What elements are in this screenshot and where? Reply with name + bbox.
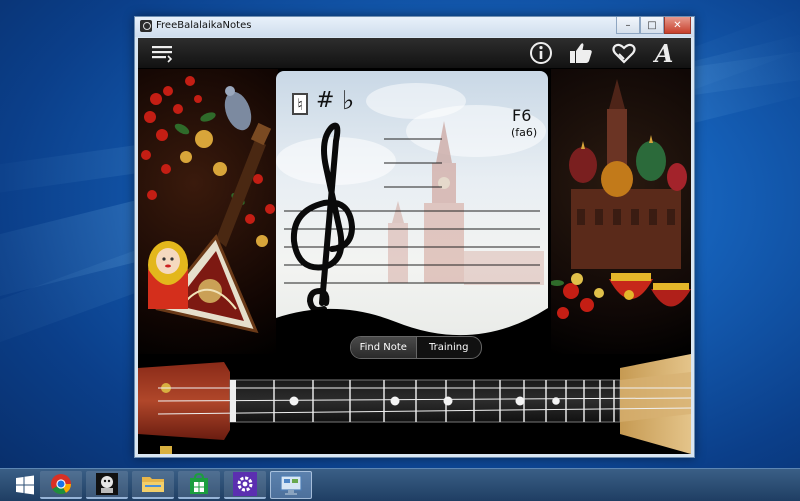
settings-icon[interactable] bbox=[224, 471, 266, 499]
flat-button[interactable]: ♭ bbox=[342, 86, 354, 116]
note-name: F6 bbox=[512, 106, 532, 125]
thumbs-up-icon[interactable] bbox=[568, 41, 594, 65]
app-mascot-icon[interactable] bbox=[86, 471, 128, 499]
app-window-icon bbox=[140, 20, 152, 32]
chrome-icon[interactable] bbox=[40, 471, 82, 499]
maximize-button[interactable]: □ bbox=[640, 17, 664, 34]
note-solfege: (fa6) bbox=[511, 126, 538, 139]
control-panel-icon[interactable] bbox=[270, 471, 312, 499]
font-icon[interactable]: A bbox=[651, 39, 677, 68]
title-bar[interactable]: FreeBalalaikaNotes – □ ✕ bbox=[135, 17, 694, 37]
window-title: FreeBalalaikaNotes bbox=[156, 20, 252, 31]
store-icon[interactable] bbox=[178, 471, 220, 499]
natural-button[interactable]: ♮ bbox=[292, 93, 308, 115]
balalaika-artwork bbox=[138, 69, 278, 354]
taskbar bbox=[0, 468, 800, 501]
sharp-button[interactable]: # bbox=[316, 88, 334, 113]
close-button[interactable]: ✕ bbox=[664, 17, 691, 34]
app-content: A ♮ # ♭ F6 (fa6) Find Note Training bbox=[138, 38, 691, 454]
app-toolbar: A bbox=[138, 38, 691, 69]
minimize-button[interactable]: – bbox=[616, 17, 640, 34]
info-icon[interactable] bbox=[528, 41, 554, 65]
balalaika-fretboard[interactable] bbox=[138, 354, 691, 454]
app-window: FreeBalalaikaNotes – □ ✕ A ♮ # ♭ F6 (fa6… bbox=[134, 16, 695, 458]
heart-icon[interactable] bbox=[611, 41, 637, 65]
menu-icon[interactable] bbox=[149, 41, 175, 65]
kremlin-artwork bbox=[551, 69, 691, 354]
file-explorer-icon[interactable] bbox=[132, 471, 174, 499]
